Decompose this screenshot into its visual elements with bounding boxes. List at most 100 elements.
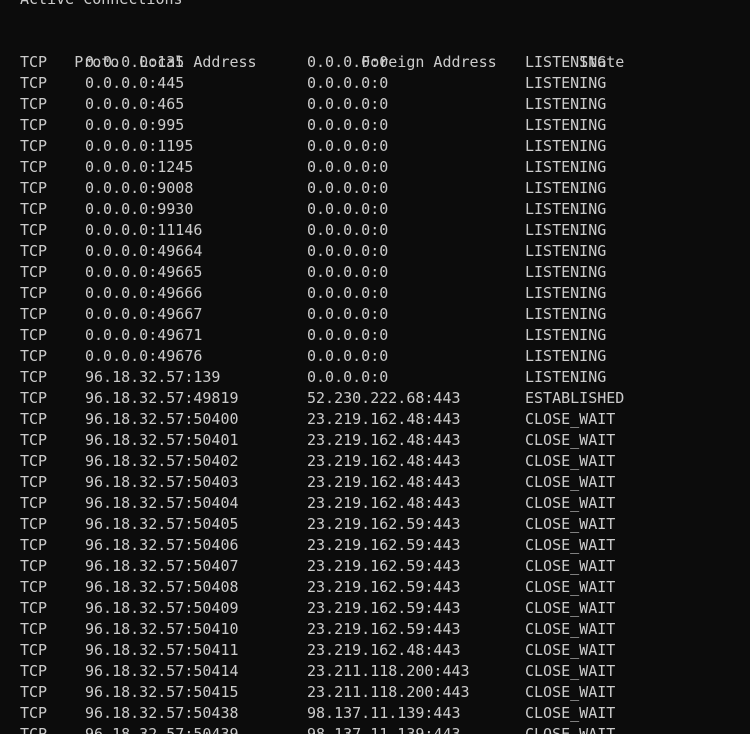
cell-state: CLOSE_WAIT [525,725,616,734]
table-row: TCP 96.18.32.57:139 0.0.0.0:0 LISTENING [0,367,750,388]
cell-proto: TCP [20,305,48,323]
cell-foreign: 23.219.162.59:443 [307,599,461,617]
table-row: TCP 96.18.32.57:50415 23.211.118.200:443 CL… [0,682,750,703]
table-row: TCP 0.0.0.0:995 0.0.0.0:0 LISTENING [0,115,750,136]
terminal-output: Active Connections ProtoLocal AddressFor… [0,0,750,734]
cell-state: LISTENING [525,242,607,260]
table-row: TCP 0.0.0.0:11146 0.0.0.0:0 LISTENING [0,220,750,241]
cell-local: 0.0.0.0:995 [85,116,185,134]
cell-proto: TCP [20,725,48,734]
cell-state: ESTABLISHED [525,389,625,407]
cell-state: CLOSE_WAIT [525,431,616,449]
table-row: TCP 0.0.0.0:49667 0.0.0.0:0 LISTENING [0,304,750,325]
cell-proto: TCP [20,641,48,659]
table-row: TCP 0.0.0.0:1245 0.0.0.0:0 LISTENING [0,157,750,178]
cell-local: 96.18.32.57:50400 [85,410,239,428]
cell-foreign: 23.219.162.59:443 [307,578,461,596]
cell-local: 0.0.0.0:1195 [85,137,194,155]
cell-state: LISTENING [525,326,607,344]
connection-rows: TCP 0.0.0.0:135 0.0.0.0:0 LISTENING TCP 0.0.0… [0,52,750,734]
table-row: TCP 0.0.0.0:445 0.0.0.0:0 LISTENING [0,73,750,94]
cell-proto: TCP [20,158,48,176]
cell-proto: TCP [20,95,48,113]
cell-state: CLOSE_WAIT [525,578,616,596]
table-row: TCP 0.0.0.0:49676 0.0.0.0:0 LISTENING [0,346,750,367]
cell-foreign: 23.219.162.59:443 [307,515,461,533]
cell-proto: TCP [20,515,48,533]
cell-local: 0.0.0.0:49664 [85,242,203,260]
cell-local: 0.0.0.0:49671 [85,326,203,344]
cell-state: CLOSE_WAIT [525,683,616,701]
table-row: TCP 96.18.32.57:50410 23.219.162.59:443 CLO… [0,619,750,640]
cell-local: 96.18.32.57:50405 [85,515,239,533]
cell-proto: TCP [20,179,48,197]
cell-foreign: 0.0.0.0:0 [307,137,389,155]
cell-foreign: 0.0.0.0:0 [307,53,389,71]
cell-local: 96.18.32.57:139 [85,368,221,386]
cell-proto: TCP [20,116,48,134]
cell-state: LISTENING [525,116,607,134]
cell-proto: TCP [20,263,48,281]
cell-proto: TCP [20,221,48,239]
cell-foreign: 23.219.162.48:443 [307,431,461,449]
cell-local: 96.18.32.57:50401 [85,431,239,449]
cell-foreign: 0.0.0.0:0 [307,305,389,323]
cell-local: 96.18.32.57:50404 [85,494,239,512]
cell-state: LISTENING [525,263,607,281]
cell-proto: TCP [20,368,48,386]
cell-foreign: 0.0.0.0:0 [307,221,389,239]
cell-proto: TCP [20,137,48,155]
cell-proto: TCP [20,200,48,218]
table-row: TCP 0.0.0.0:135 0.0.0.0:0 LISTENING [0,52,750,73]
cell-foreign: 0.0.0.0:0 [307,200,389,218]
cell-foreign: 23.219.162.48:443 [307,452,461,470]
cell-state: LISTENING [525,179,607,197]
cell-local: 96.18.32.57:50406 [85,536,239,554]
cell-local: 0.0.0.0:135 [85,53,185,71]
cell-local: 0.0.0.0:445 [85,74,185,92]
cell-foreign: 23.211.118.200:443 [307,662,470,680]
cell-state: CLOSE_WAIT [525,536,616,554]
table-row: TCP 96.18.32.57:50411 23.219.162.48:443 CLO… [0,640,750,661]
cell-local: 96.18.32.57:50411 [85,641,239,659]
table-row: TCP 96.18.32.57:50402 23.219.162.48:443 CLO… [0,451,750,472]
table-row: TCP 0.0.0.0:49665 0.0.0.0:0 LISTENING [0,262,750,283]
cell-foreign: 0.0.0.0:0 [307,242,389,260]
cell-foreign: 23.219.162.48:443 [307,641,461,659]
table-row: TCP 96.18.32.57:50408 23.219.162.59:443 CLO… [0,577,750,598]
cell-foreign: 0.0.0.0:0 [307,116,389,134]
table-row: TCP 0.0.0.0:9930 0.0.0.0:0 LISTENING [0,199,750,220]
cell-foreign: 23.219.162.48:443 [307,473,461,491]
cell-proto: TCP [20,389,48,407]
table-header-row: Proto Local Address Foreign Address State [0,31,750,71]
cell-proto: TCP [20,74,48,92]
cell-proto: TCP [20,536,48,554]
cell-state: CLOSE_WAIT [525,473,616,491]
cell-state: LISTENING [525,95,607,113]
table-row: TCP 96.18.32.57:50405 23.219.162.59:443 CLO… [0,514,750,535]
cell-proto: TCP [20,494,48,512]
table-row: TCP 96.18.32.57:50409 23.219.162.59:443 CLO… [0,598,750,619]
cell-local: 96.18.32.57:49819 [85,389,239,407]
cell-proto: TCP [20,431,48,449]
cell-proto: TCP [20,557,48,575]
cell-state: CLOSE_WAIT [525,515,616,533]
terminal-window[interactable]: Active Connections ProtoLocal AddressFor… [0,0,750,734]
cell-foreign: 0.0.0.0:0 [307,284,389,302]
cell-state: CLOSE_WAIT [525,557,616,575]
cell-state: LISTENING [525,347,607,365]
cell-state: CLOSE_WAIT [525,410,616,428]
table-row: TCP 96.18.32.57:50401 23.219.162.48:443 CLO… [0,430,750,451]
cell-state: LISTENING [525,221,607,239]
cell-proto: TCP [20,284,48,302]
cell-proto: TCP [20,704,48,722]
cell-proto: TCP [20,53,48,71]
cell-local: 96.18.32.57:50410 [85,620,239,638]
cell-local: 0.0.0.0:49676 [85,347,203,365]
table-row: TCP 96.18.32.57:50414 23.211.118.200:443 CL… [0,661,750,682]
cell-state: LISTENING [525,158,607,176]
table-row: TCP 0.0.0.0:465 0.0.0.0:0 LISTENING [0,94,750,115]
cell-state: CLOSE_WAIT [525,662,616,680]
cell-state: CLOSE_WAIT [525,599,616,617]
